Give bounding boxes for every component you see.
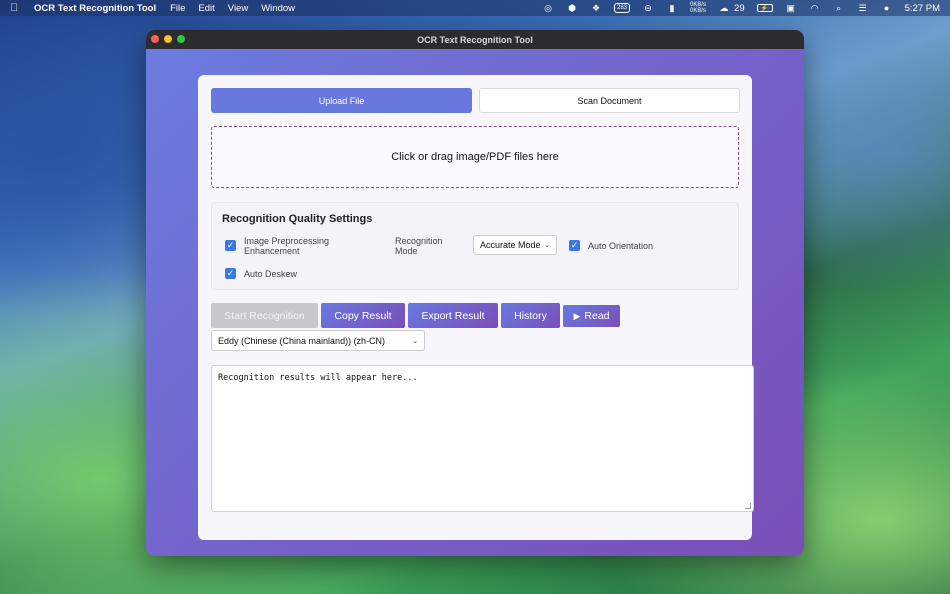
search-icon[interactable]: ⌕ — [833, 3, 845, 13]
history-button[interactable]: History — [501, 303, 560, 328]
export-result-button[interactable]: Export Result — [408, 303, 498, 328]
copy-result-button[interactable]: Copy Result — [321, 303, 405, 328]
menu-window[interactable]: Window — [261, 3, 295, 14]
mode-label-line1: Recognition — [395, 236, 443, 246]
auto-deskew-label: Auto Deskew — [244, 269, 298, 279]
clipboard-icon[interactable]: ▮ — [666, 3, 678, 13]
voice-select[interactable]: Eddy (Chinese (China mainland)) (zh-CN) … — [211, 330, 425, 351]
chevron-down-icon: ⌄ — [412, 337, 418, 345]
preprocess-label: Image Preprocessing Enhancement — [244, 236, 329, 256]
battery-icon[interactable]: ⚡ — [756, 4, 773, 12]
minimize-button[interactable] — [164, 35, 172, 43]
read-button[interactable]: ▶ Read — [563, 305, 620, 327]
wechat-count: 29 — [734, 2, 745, 14]
recognition-mode-label: Recognition Mode — [395, 236, 443, 256]
menu-clock[interactable]: 5:27 PM — [905, 3, 940, 14]
menu-file[interactable]: File — [170, 3, 185, 14]
traffic-lights — [151, 35, 185, 43]
mode-label-line2: Mode — [395, 246, 418, 256]
menu-app-name[interactable]: OCR Text Recognition Tool — [34, 3, 156, 14]
main-card: Upload File Scan Document Click or drag … — [198, 75, 754, 540]
auto-deskew-checkbox[interactable]: ✓ — [225, 268, 236, 279]
file-dropzone[interactable]: Click or drag image/PDF files here — [211, 126, 739, 188]
calendar-icon[interactable]: 283 — [614, 3, 631, 13]
read-label: Read — [584, 310, 610, 322]
network-speed[interactable]: 0KB/s 0KB/s — [690, 2, 706, 14]
wechat-icon: ☁ — [719, 2, 729, 13]
play-icon: ▶ — [573, 310, 581, 321]
wechat-status[interactable]: ☁ 29 — [718, 3, 745, 14]
preprocess-checkbox[interactable]: ✓ — [225, 240, 236, 251]
recognition-mode-select[interactable]: Accurate Mode ⌄ — [473, 235, 557, 255]
tab-upload-file[interactable]: Upload File — [211, 88, 472, 113]
voice-select-value: Eddy (Chinese (China mainland)) (zh-CN) — [218, 335, 386, 346]
chevron-down-icon: ⌄ — [544, 242, 550, 249]
resize-handle-icon[interactable] — [745, 503, 751, 509]
app-s-icon[interactable]: ▣ — [785, 3, 797, 13]
action-buttons: Start Recognition Copy Result Export Res… — [211, 303, 620, 328]
auto-orientation-label: Auto Orientation — [588, 241, 654, 251]
siri-icon[interactable]: ● — [881, 3, 893, 13]
window-title: OCR Text Recognition Tool — [417, 34, 533, 45]
preprocess-label-line1: Image Preprocessing — [244, 236, 330, 246]
settings-title: Recognition Quality Settings — [222, 213, 373, 225]
app-window: OCR Text Recognition Tool Upload File Sc… — [146, 30, 804, 556]
mode-tabs: Upload File Scan Document — [211, 88, 740, 113]
shield-icon[interactable]: ⬢ — [566, 3, 578, 13]
result-placeholder: Recognition results will appear here... — [218, 373, 418, 383]
control-center-icon[interactable]: ☰ — [857, 3, 869, 13]
dropzone-text: Click or drag image/PDF files here — [391, 151, 559, 163]
preprocess-label-line2: Enhancement — [244, 246, 300, 256]
menu-view[interactable]: View — [228, 3, 248, 14]
auto-orientation-checkbox[interactable]: ✓ — [569, 240, 580, 251]
target-icon[interactable]: ◎ — [542, 3, 554, 13]
wifi-icon[interactable]: ◠ — [809, 3, 821, 13]
apple-icon[interactable]:  — [10, 2, 22, 14]
recognition-mode-value: Accurate Mode — [480, 240, 541, 250]
tab-scan-document[interactable]: Scan Document — [479, 88, 740, 113]
vpn-icon[interactable]: ⊖ — [642, 3, 654, 13]
quality-settings-panel: Recognition Quality Settings ✓ Image Pre… — [211, 202, 739, 290]
net-down: 0KB/s — [690, 8, 707, 14]
menu-bar:  OCR Text Recognition Tool File Edit Vi… — [0, 0, 950, 16]
result-textarea[interactable]: Recognition results will appear here... — [211, 365, 754, 512]
start-recognition-button[interactable]: Start Recognition — [211, 303, 318, 328]
menu-edit[interactable]: Edit — [198, 3, 214, 14]
close-button[interactable] — [151, 35, 159, 43]
dropbox-icon[interactable]: ❖ — [590, 3, 602, 13]
maximize-button[interactable] — [177, 35, 185, 43]
window-titlebar[interactable]: OCR Text Recognition Tool — [146, 30, 804, 49]
